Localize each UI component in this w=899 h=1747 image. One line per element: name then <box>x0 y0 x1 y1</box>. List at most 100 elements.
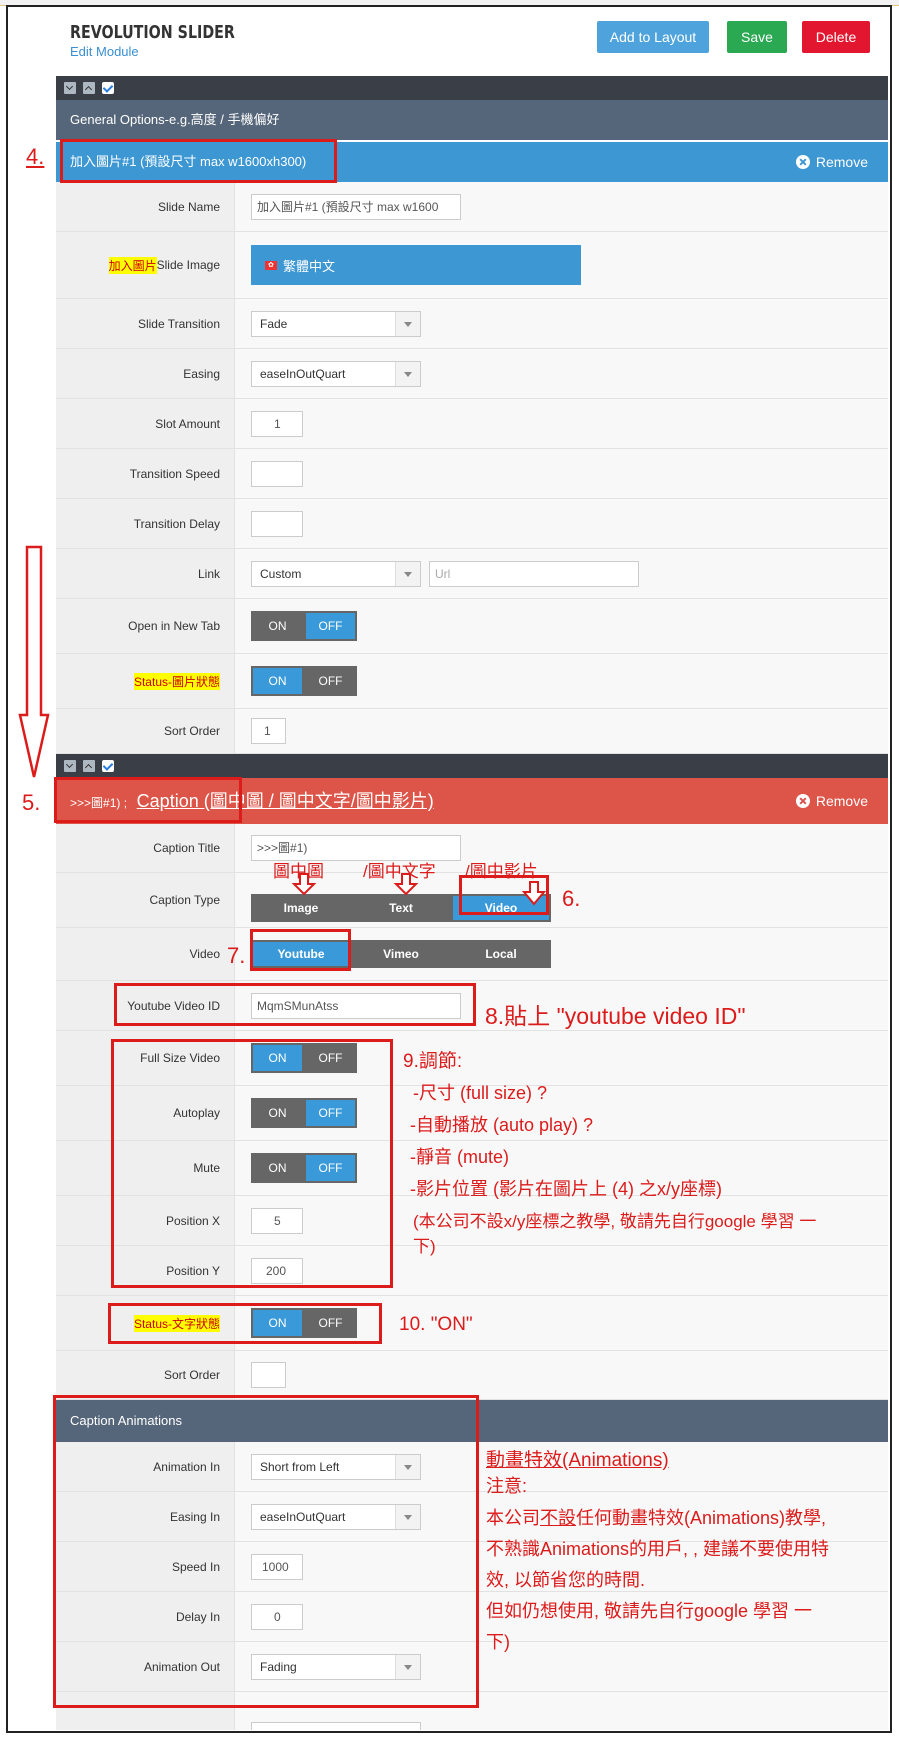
edit-module-link[interactable]: Edit Module <box>70 44 139 59</box>
caption-sort-label: Sort Order <box>56 1351 235 1399</box>
caption-type-label: Caption Type <box>56 873 235 927</box>
move-down-icon[interactable] <box>64 760 76 772</box>
video-source-vimeo[interactable]: Vimeo <box>351 940 451 968</box>
slide-status-label: Status-圖片狀態 <box>56 654 235 708</box>
annotation-animations-line-1b: 任何動畫特效(Animations)教學, <box>576 1508 827 1528</box>
move-up-icon[interactable] <box>83 760 95 772</box>
remove-icon <box>795 794 810 808</box>
move-down-icon[interactable] <box>64 82 76 94</box>
annotation-step-9-title: 9.調節: <box>403 1051 463 1072</box>
slide-transition-select[interactable]: Fade <box>251 310 421 337</box>
link-value: Custom <box>260 566 302 581</box>
annotation-box-youtube <box>250 929 351 971</box>
annotation-step-10: 10. "ON" <box>399 1314 473 1335</box>
annotation-step-5: 5. <box>22 790 41 815</box>
slide-name-label: Slide Name <box>56 182 235 231</box>
remove-label: Remove <box>815 154 868 170</box>
annotation-animations-line-3: 效, 以節省您的時間. <box>486 1570 646 1590</box>
annotation-step-9-note-2: 下) <box>413 1237 436 1256</box>
transition-delay-row: Transition Delay <box>56 499 888 549</box>
app-title: REVOLUTION SLIDER <box>70 22 235 43</box>
toggle-off[interactable]: OFF <box>306 613 355 639</box>
caption-toolbar <box>56 754 888 778</box>
transition-speed-row: Transition Speed <box>56 449 888 499</box>
caption-sort-input[interactable] <box>251 1362 286 1388</box>
slide-transition-label: Slide Transition <box>56 299 235 348</box>
save-button[interactable]: Save <box>727 21 787 53</box>
annotation-step-9-size: -尺寸 (full size) ? <box>413 1083 548 1103</box>
annotation-step-9-position: -影片位置 (影片在圖片上 (4) 之x/y座標) <box>410 1179 722 1199</box>
enable-checkbox[interactable] <box>102 760 114 772</box>
slide-status-row: Status-圖片狀態 ON OFF <box>56 654 888 709</box>
general-options-label: General Options-e.g.高度 / 手機偏好 <box>70 112 280 127</box>
remove-icon <box>795 155 810 169</box>
move-up-icon[interactable] <box>83 82 95 94</box>
video-source-row: Video Youtube Vimeo Local <box>56 928 888 981</box>
easing-value: easeInOutQuart <box>260 366 346 381</box>
delete-button[interactable]: Delete <box>802 21 870 53</box>
slide-toolbar <box>56 76 888 100</box>
annotation-animations-line-1-underline: 不設 <box>540 1508 576 1528</box>
annotation-box-video-type <box>459 875 549 915</box>
open-new-tab-toggle[interactable]: ON OFF <box>251 611 357 641</box>
caption-sort-row: Sort Order <box>56 1351 888 1400</box>
partial-next-select[interactable] <box>251 1722 421 1730</box>
annotation-box-video-settings <box>111 1039 393 1288</box>
annotation-animations-line-5: 下) <box>486 1632 510 1652</box>
slide-status-label-text: Status-圖片狀態 <box>133 672 220 690</box>
transition-delay-input[interactable] <box>251 510 303 537</box>
easing-row: Easing easeInOutQuart <box>56 349 888 399</box>
video-source-local[interactable]: Local <box>451 940 551 968</box>
slide-sort-label: Sort Order <box>56 709 235 753</box>
annotation-animations-note: 注意: <box>486 1476 528 1496</box>
slide-name-input[interactable]: 加入圖片#1 (預設尺寸 max w1600 <box>251 193 461 220</box>
annotation-step-9-autoplay: -自動播放 (auto play) ? <box>410 1115 594 1135</box>
link-select[interactable]: Custom <box>251 560 421 587</box>
open-new-tab-row: Open in New Tab ON OFF <box>56 599 888 654</box>
slide-sort-row: Sort Order 1 <box>56 709 888 754</box>
easing-select[interactable]: easeInOutQuart <box>251 360 421 387</box>
url-input[interactable]: Url <box>429 560 639 587</box>
slide-image-label: 加入圖片 Slide Image <box>56 232 235 298</box>
slot-amount-row: Slot Amount 1 <box>56 399 888 449</box>
slide-image-button[interactable]: ✿ 繁體中文 <box>251 245 581 285</box>
annotation-step-9-note-1: (本公司不設x/y座標之教學, 敬請先自行google 學習 一 <box>413 1212 817 1231</box>
annotation-animations-title: 動畫特效(Animations) <box>486 1450 669 1471</box>
dropdown-arrow-icon <box>395 361 420 386</box>
annotation-step-7: 7. <box>227 943 246 968</box>
slot-amount-label: Slot Amount <box>56 399 235 448</box>
slide-remove-button[interactable]: Remove <box>795 142 868 182</box>
flag-icon: ✿ <box>265 260 277 270</box>
enable-checkbox[interactable] <box>102 82 114 94</box>
slide-status-toggle[interactable]: ON OFF <box>251 666 357 696</box>
slot-amount-input[interactable]: 1 <box>251 410 303 437</box>
slide-image-row: 加入圖片 Slide Image ✿ 繁體中文 <box>56 232 888 299</box>
general-options-header[interactable]: General Options-e.g.高度 / 手機偏好 <box>56 100 888 140</box>
annotation-box-animations <box>53 1395 479 1708</box>
slide-name-row: Slide Name 加入圖片#1 (預設尺寸 max w1600 <box>56 182 888 232</box>
transition-speed-input[interactable] <box>251 460 303 487</box>
annotation-step-9-mute: -靜音 (mute) <box>410 1147 509 1167</box>
transition-delay-label: Transition Delay <box>56 499 235 548</box>
link-label: Link <box>56 549 235 598</box>
remove-label: Remove <box>815 793 868 809</box>
transition-speed-label: Transition Speed <box>56 449 235 498</box>
add-to-layout-button[interactable]: Add to Layout <box>597 21 709 53</box>
annotation-animations-line-2: 不熟識Animations的用戶, , 建議不要使用特 <box>486 1539 830 1559</box>
slide-image-label-text: Slide Image <box>156 258 220 272</box>
caption-remove-button[interactable]: Remove <box>795 778 868 824</box>
annotation-animations-line-4: 但如仍想使用, 敬請先自行google 學習 一 <box>486 1601 813 1621</box>
toggle-on[interactable]: ON <box>253 613 302 639</box>
toggle-off[interactable]: OFF <box>306 668 355 694</box>
link-row: Link Custom Url <box>56 549 888 599</box>
slide-sort-input[interactable]: 1 <box>251 718 286 744</box>
slide-image-button-label: 繁體中文 <box>283 258 336 274</box>
slide-image-label-highlight: 加入圖片 <box>108 256 157 274</box>
slide-transition-row: Slide Transition Fade <box>56 299 888 349</box>
toggle-on[interactable]: ON <box>253 668 302 694</box>
annotation-box-slide-head <box>60 139 337 183</box>
annotation-step-8: 8.貼上 "youtube video ID" <box>485 1003 746 1029</box>
caption-title-label: Caption Title <box>56 824 235 872</box>
annotation-step-6: 6. <box>562 886 581 911</box>
slide-transition-value: Fade <box>260 316 288 331</box>
